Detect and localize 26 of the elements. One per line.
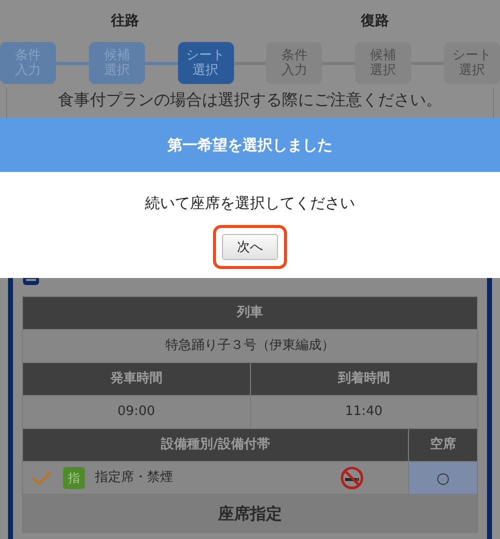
table-header: 設備種別/設備付帯 — [23, 429, 408, 461]
table-header: 列車 — [23, 297, 477, 329]
seat-type-badge: 指 — [63, 467, 85, 489]
step-label: 入力 — [281, 63, 308, 78]
table-cell: 11:40 — [250, 396, 477, 428]
step-label: 選択 — [370, 63, 396, 78]
table-header: 発車時間 — [23, 363, 250, 395]
vacancy-cell[interactable]: ○ — [409, 462, 477, 494]
step-label: シート — [186, 48, 226, 63]
table-cell: 09:00 — [23, 396, 250, 428]
seat-select-button[interactable]: 座席指定 — [22, 495, 478, 533]
table-cell: 特急踊り子３号（伊東編成） — [23, 330, 477, 362]
leg-label: 復路 — [361, 12, 389, 30]
table-header: 到着時間 — [250, 363, 477, 395]
step-label: 候補 — [370, 48, 396, 63]
next-button[interactable]: 次へ — [222, 234, 278, 260]
seat-type-text: 指定席・禁煙 — [95, 469, 173, 488]
step-label: 選択 — [458, 63, 485, 78]
step-label: シート — [452, 48, 492, 63]
step-label: 条件 — [281, 48, 308, 63]
leg-label: 往路 — [111, 12, 139, 30]
table-header: 空席 — [409, 429, 477, 461]
step-label: 選択 — [192, 63, 219, 78]
notice-text: 食事付プランの場合は選択する際にご注意ください。 — [58, 89, 442, 111]
modal-title: 第一希望を選択しました — [168, 134, 332, 156]
modal-message: 続いて座席を選択してください — [145, 193, 355, 214]
